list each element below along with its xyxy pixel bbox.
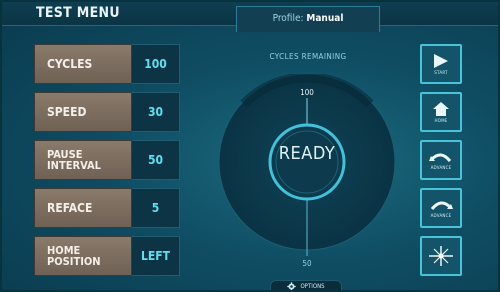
param-label: SPEED: [34, 92, 132, 132]
profile-tab[interactable]: Profile: Manual: [236, 6, 380, 32]
options-label: OPTIONS: [300, 283, 325, 290]
divider: [380, 25, 500, 26]
home-button[interactable]: HOME: [420, 92, 462, 132]
play-icon: [434, 53, 448, 68]
param-value[interactable]: 100: [132, 44, 180, 84]
advance-left-caption: ADVANCE: [430, 165, 452, 171]
advance-left-button[interactable]: ADVANCE: [420, 140, 462, 180]
gauge-bottom-label: 50: [302, 259, 312, 268]
advance-right-button[interactable]: ADVANCE: [420, 188, 462, 228]
menu-title: TEST MENU: [36, 5, 120, 21]
home-caption: HOME: [434, 118, 448, 124]
advance-right-caption: ADVANCE: [430, 213, 452, 219]
profile-value: Manual: [306, 13, 344, 24]
param-row-home-position[interactable]: HOME POSITION LEFT: [34, 236, 180, 276]
param-label: PAUSE INTERVAL: [34, 140, 132, 180]
param-value[interactable]: LEFT: [132, 236, 180, 276]
param-label: CYCLES: [34, 44, 132, 84]
gear-icon: [287, 282, 297, 291]
options-button[interactable]: OPTIONS: [270, 280, 342, 292]
advance-left-icon: [429, 153, 452, 162]
home-icon: [433, 101, 449, 116]
light-icon: [429, 246, 453, 266]
param-row-cycles[interactable]: CYCLES 100: [34, 44, 180, 84]
start-caption: START: [434, 70, 448, 76]
start-button[interactable]: START: [420, 44, 462, 84]
param-value[interactable]: 30: [132, 92, 180, 132]
advance-right-icon: [430, 201, 453, 210]
param-label: REFACE: [34, 188, 132, 228]
status-readout: READY: [278, 143, 336, 164]
param-row-speed[interactable]: SPEED 30: [34, 92, 180, 132]
gauge-top-label: 100: [300, 88, 314, 97]
param-value[interactable]: 50: [132, 140, 180, 180]
profile-label: Profile:: [272, 13, 304, 24]
gauge-caption: CYCLES REMAINING: [269, 52, 347, 61]
param-row-reface[interactable]: REFACE 5: [34, 188, 180, 228]
cycles-gauge: [218, 74, 396, 256]
param-label: HOME POSITION: [34, 236, 132, 276]
param-row-pause-interval[interactable]: PAUSE INTERVAL 50: [34, 140, 180, 180]
light-button[interactable]: [420, 236, 462, 276]
param-value[interactable]: 5: [132, 188, 180, 228]
